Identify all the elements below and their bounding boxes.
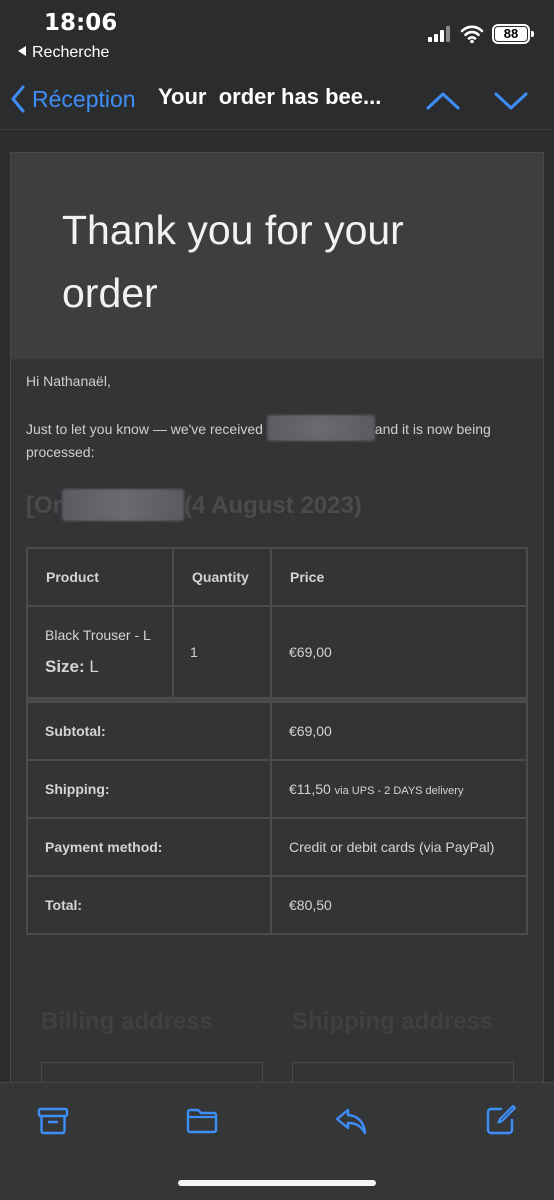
shipping-note: via UPS - 2 DAYS delivery: [334, 785, 464, 797]
home-indicator[interactable]: [178, 1180, 376, 1186]
column-header: Price: [270, 547, 528, 607]
mail-nav-bar: Réception Your order has bee...: [0, 70, 554, 130]
size-value: L: [89, 657, 99, 676]
chevron-left-icon: [11, 85, 25, 113]
shipping-address-title: Shipping address: [292, 1008, 494, 1035]
subtotal-row: Subtotal: €69,00: [26, 701, 528, 761]
intro-text: Just to let you know — we've received an…: [26, 415, 516, 463]
cellular-signal-icon: [428, 26, 454, 42]
compose-icon[interactable]: [484, 1103, 518, 1137]
back-triangle-icon: [18, 46, 26, 56]
chevron-down-icon[interactable]: [492, 84, 530, 116]
wifi-icon: [460, 25, 484, 44]
order-summary-table: Product Quantity Price Black Trouser - L…: [26, 547, 528, 935]
reply-icon[interactable]: [334, 1103, 368, 1137]
column-header: Product: [26, 547, 174, 607]
payment-row: Payment method: Credit or debit cards (v…: [26, 817, 528, 877]
payment-label: Payment method:: [26, 817, 272, 877]
size-label: Size:: [45, 657, 85, 676]
table-header-row: Product Quantity Price: [26, 547, 528, 607]
order-prefix: [Or: [26, 492, 62, 519]
battery-level: 88: [495, 27, 527, 41]
email-body: Hi Nathanaël, Just to let you know — we'…: [11, 359, 543, 935]
shipping-value: €11,50: [289, 781, 331, 797]
email-header-banner: Thank you for your order: [11, 153, 543, 359]
email-header-title: Thank you for your order: [62, 207, 404, 316]
total-label: Total:: [26, 875, 272, 935]
shipping-value-cell: €11,50 via UPS - 2 DAYS delivery: [270, 759, 528, 819]
order-date: (4 August 2023): [184, 492, 362, 519]
battery-icon: 88: [492, 24, 534, 44]
back-label: Réception: [32, 85, 136, 112]
intro-before: Just to let you know — we've received: [26, 421, 267, 437]
product-size: Size: L: [45, 657, 172, 677]
redacted-order-number: [62, 489, 184, 521]
shipping-label: Shipping:: [26, 759, 272, 819]
product-name: Black Trouser - L: [45, 627, 151, 643]
column-header: Quantity: [172, 547, 272, 607]
redacted-order-link: [266, 415, 375, 441]
folder-icon[interactable]: [185, 1103, 219, 1137]
quantity-cell: 1: [172, 605, 272, 699]
price-cell: €69,00: [270, 605, 528, 699]
status-time: 18:06: [44, 10, 118, 36]
payment-value: Credit or debit cards (via PayPal): [270, 817, 528, 877]
order-heading: [Or (4 August 2023): [26, 489, 527, 521]
chevron-up-icon[interactable]: [424, 84, 462, 116]
email-content: Thank you for your order Hi Nathanaël, J…: [10, 152, 544, 1102]
shipping-row: Shipping: €11,50 via UPS - 2 DAYS delive…: [26, 759, 528, 819]
table-row: Black Trouser - L Size: L 1 €69,00: [26, 605, 528, 699]
total-value: €80,50: [270, 875, 528, 935]
email-subject: Your order has bee...: [158, 84, 382, 109]
greeting: Hi Nathanaël,: [26, 373, 111, 389]
billing-address-title: Billing address: [41, 1008, 214, 1035]
status-bar: 18:06 Recherche 88: [0, 0, 554, 70]
subtotal-label: Subtotal:: [26, 701, 272, 761]
product-cell: Black Trouser - L Size: L: [26, 605, 174, 699]
back-to-app-link[interactable]: Recherche: [18, 44, 109, 62]
back-to-inbox-button[interactable]: Réception: [10, 82, 136, 116]
back-app-label: Recherche: [32, 44, 110, 61]
archive-icon[interactable]: [36, 1103, 70, 1137]
subtotal-value: €69,00: [270, 701, 528, 761]
total-row: Total: €80,50: [26, 875, 528, 935]
